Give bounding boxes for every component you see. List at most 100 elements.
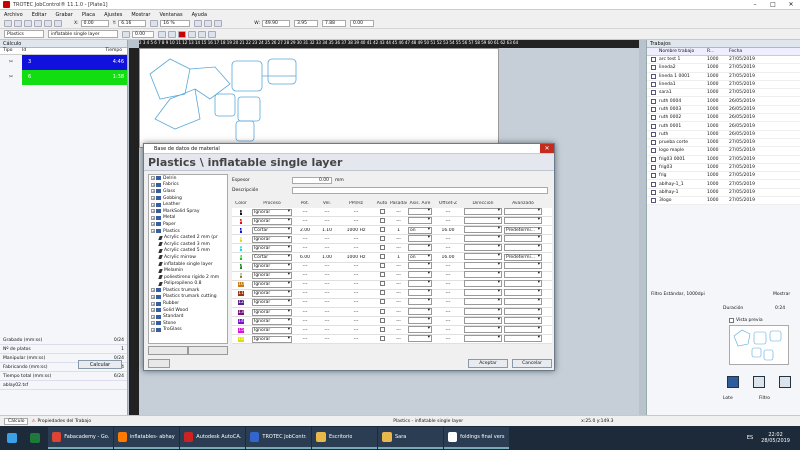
- advanced-cell[interactable]: [503, 307, 543, 317]
- air-cell[interactable]: [407, 325, 433, 335]
- value-input[interactable]: 0.00: [132, 30, 154, 38]
- process-select[interactable]: Cortar: [252, 254, 292, 262]
- process-cell[interactable]: Cortar: [250, 254, 294, 262]
- expand-icon[interactable]: +: [151, 182, 155, 187]
- process-select[interactable]: Ignorar: [252, 235, 292, 243]
- process-select[interactable]: Ignorar: [252, 317, 292, 325]
- maximize-button[interactable]: □: [764, 1, 782, 8]
- tree-node[interactable]: Melamin: [149, 267, 227, 274]
- advanced-cell[interactable]: [503, 316, 543, 326]
- stop-icon[interactable]: [178, 30, 186, 38]
- tree-node[interactable]: poliestireno rigido 2 mm: [149, 274, 227, 281]
- offset-cell[interactable]: ---: [433, 328, 463, 333]
- auto-cell[interactable]: [374, 217, 390, 225]
- ppi-cell[interactable]: 1000 Hz: [338, 255, 374, 260]
- preview-toggle[interactable]: Vista previa: [729, 318, 763, 323]
- power-cell[interactable]: ---: [294, 310, 316, 315]
- job-row[interactable]: arc test 1 1000 27/05/2019: [647, 56, 800, 65]
- tree-node[interactable]: + Fabrics: [149, 182, 227, 189]
- air-cell[interactable]: [407, 234, 433, 244]
- air-select[interactable]: [408, 325, 432, 333]
- zoom-icon[interactable]: [150, 20, 159, 27]
- speed-cell[interactable]: ---: [316, 210, 338, 215]
- job-row[interactable]: frig 1000 27/05/2019: [647, 172, 800, 181]
- job-row[interactable]: frig03 1000 27/05/2019: [647, 163, 800, 173]
- w-input[interactable]: 49.90: [261, 20, 290, 27]
- process-cell[interactable]: Ignorar: [250, 335, 294, 343]
- menu-ayuda[interactable]: Ayuda: [192, 12, 207, 18]
- advanced-cell[interactable]: [503, 280, 543, 289]
- direction-select[interactable]: [464, 289, 502, 297]
- offset-cell[interactable]: ---: [433, 246, 463, 251]
- power-cell[interactable]: 6.00: [294, 255, 316, 260]
- auto-checkbox[interactable]: [379, 208, 385, 214]
- direction-select[interactable]: [464, 262, 502, 270]
- direction-cell[interactable]: [463, 289, 503, 298]
- job-row[interactable]: ruth 0001 1000 26/05/2019: [647, 122, 800, 131]
- auto-checkbox[interactable]: [379, 217, 385, 223]
- expand-icon[interactable]: +: [151, 229, 155, 234]
- table-row[interactable]: 5Ignorar--------- ------: [232, 243, 552, 254]
- auto-checkbox[interactable]: [379, 335, 385, 341]
- air-select[interactable]: [408, 207, 432, 215]
- ppi-cell[interactable]: ---: [338, 237, 374, 242]
- power-cell[interactable]: ---: [294, 328, 316, 333]
- tree-node[interactable]: + Solid Wood: [149, 307, 227, 314]
- ppi-cell[interactable]: ---: [338, 337, 374, 342]
- direction-cell[interactable]: [463, 243, 503, 253]
- save-icon[interactable]: [24, 20, 32, 27]
- material-select[interactable]: inflatable single layer: [48, 30, 118, 38]
- process-cell[interactable]: Ignorar: [250, 217, 294, 225]
- air-cell[interactable]: [407, 216, 433, 226]
- expand-icon[interactable]: +: [151, 222, 155, 227]
- process-select[interactable]: Ignorar: [252, 272, 292, 280]
- advanced-select[interactable]: [504, 298, 542, 306]
- offset-cell[interactable]: ---: [433, 319, 463, 324]
- air-select[interactable]: [408, 262, 432, 270]
- angle-input[interactable]: 0.00: [349, 20, 374, 27]
- tree-node[interactable]: Polipropileno 0.8: [149, 281, 227, 288]
- power-cell[interactable]: ---: [294, 300, 316, 305]
- passes-cell[interactable]: ---: [390, 264, 407, 269]
- power-cell[interactable]: 2.00: [294, 228, 316, 233]
- advanced-cell[interactable]: [503, 216, 543, 226]
- direction-cell[interactable]: [463, 234, 503, 244]
- advanced-select[interactable]: [504, 243, 542, 251]
- air-select[interactable]: [408, 271, 432, 279]
- direction-select[interactable]: [464, 207, 502, 215]
- process-cell[interactable]: Ignorar: [250, 281, 294, 289]
- offset-cell[interactable]: ---: [433, 273, 463, 278]
- direction-select[interactable]: [464, 234, 502, 242]
- power-cell[interactable]: ---: [294, 291, 316, 296]
- process-cell[interactable]: Ignorar: [250, 326, 294, 334]
- advanced-cell[interactable]: [503, 289, 543, 298]
- passes-cell[interactable]: ---: [390, 282, 407, 287]
- air-cell[interactable]: [407, 334, 433, 344]
- advanced-cell[interactable]: [503, 298, 543, 307]
- speed-cell[interactable]: ---: [316, 337, 338, 342]
- taskbar-item[interactable]: Sara: [378, 427, 443, 449]
- auto-cell[interactable]: [374, 235, 390, 243]
- ppi-cell[interactable]: ---: [338, 319, 374, 324]
- offset-cell[interactable]: ---: [433, 264, 463, 269]
- direction-select[interactable]: [464, 298, 502, 306]
- ppi-cell[interactable]: ---: [338, 246, 374, 251]
- menu-grabar[interactable]: Grabar: [56, 12, 73, 18]
- job-row[interactable]: 3logo 1000 27/05/2019: [647, 197, 800, 206]
- job-row[interactable]: lineda 1 0001 1000 27/05/2019: [647, 72, 800, 81]
- process-cell[interactable]: Ignorar: [250, 235, 294, 243]
- offset-cell[interactable]: 16.00: [433, 228, 463, 233]
- process-cell[interactable]: Ignorar: [250, 244, 294, 252]
- tree-node[interactable]: Acrylic casted 3 mm: [149, 241, 227, 248]
- passes-cell[interactable]: 1: [390, 255, 407, 260]
- process-select[interactable]: Cortar: [252, 226, 292, 234]
- mostrar-link[interactable]: Mostrar: [773, 292, 790, 297]
- tree-node[interactable]: inflatable single layer: [149, 261, 227, 268]
- advanced-select[interactable]: [504, 207, 542, 215]
- add-material-button[interactable]: [148, 346, 188, 355]
- air-cell[interactable]: [407, 280, 433, 289]
- air-cell[interactable]: on: [407, 254, 433, 262]
- direction-cell[interactable]: [463, 253, 503, 262]
- material-group-select[interactable]: Plastics: [4, 30, 44, 38]
- process-select[interactable]: Ignorar: [252, 290, 292, 298]
